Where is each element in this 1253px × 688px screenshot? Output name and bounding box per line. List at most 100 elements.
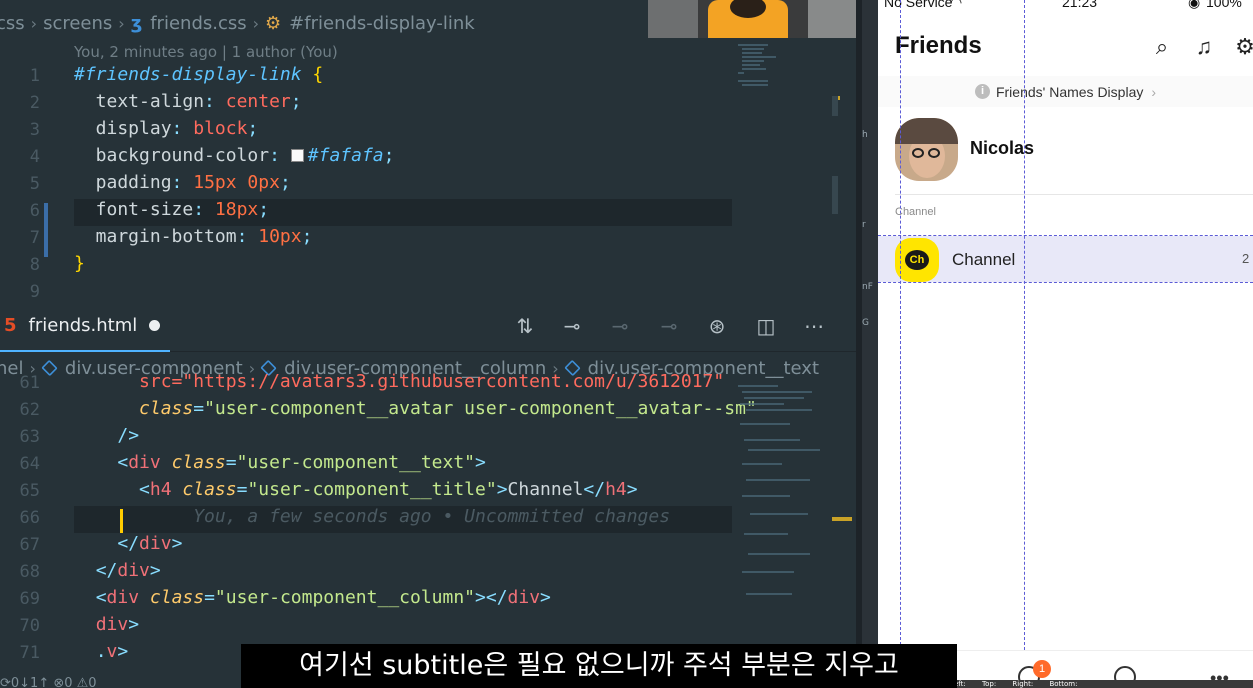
code-line[interactable]: class="user-component__avatar user-compo… — [74, 398, 757, 419]
scrollbar-thumb[interactable] — [832, 96, 838, 116]
inspector-guide — [1024, 0, 1025, 650]
code-line[interactable]: /> — [74, 425, 139, 446]
code-token: > — [128, 614, 140, 635]
status-bar[interactable]: ⟳0↓1↑ ⊗0 ⚠0 — [0, 676, 241, 688]
code-token: ; — [301, 226, 313, 247]
code-token: . — [95, 641, 107, 662]
info-icon: i — [974, 84, 990, 99]
code-line[interactable]: } — [74, 253, 85, 274]
chevron-right-icon: › — [30, 13, 38, 33]
code-token: < — [117, 452, 129, 473]
code-line[interactable]: padding: 15px 0px; — [74, 172, 291, 193]
code-token: font-size — [74, 199, 194, 220]
compare-changes-icon[interactable]: ⇅ — [511, 312, 539, 340]
code-line[interactable]: src="https://avatars3.githubusercontent.… — [74, 371, 724, 392]
code-token: background-color — [74, 145, 270, 166]
element-icon — [41, 359, 58, 377]
code-token: center — [225, 91, 291, 112]
friends-display-link[interactable]: i Friends' Names Display › — [878, 76, 1253, 107]
breadcrumb-item[interactable]: screens — [43, 13, 112, 34]
line-number: 2 — [29, 93, 40, 113]
avatar[interactable] — [895, 118, 958, 181]
channel-row[interactable]: Ch — [878, 236, 1253, 282]
clock: 21:23 — [1062, 0, 1098, 10]
code-token: 15px 0px — [193, 172, 280, 193]
split-editor-icon[interactable]: ◫ — [752, 312, 780, 340]
source-control-icon[interactable]: ⊛ — [703, 312, 731, 340]
code-line[interactable]: </div> — [74, 560, 161, 581]
code-line[interactable]: display: block; — [74, 118, 259, 139]
code-token: : — [204, 91, 226, 112]
scrollbar-thumb[interactable] — [832, 176, 838, 214]
code-line[interactable]: .v> — [74, 641, 129, 662]
code-token: Channel — [507, 479, 584, 500]
code-line[interactable]: <div class="user-component__text"> — [74, 452, 486, 473]
code-line[interactable]: <div class="user-component__column"></di… — [74, 587, 551, 608]
code-token: > — [117, 641, 129, 662]
inspector-guide — [878, 282, 1253, 283]
code-line[interactable]: text-align: center; — [74, 91, 302, 112]
code-token: #fafafa — [307, 145, 384, 166]
code-line[interactable]: background-color: #fafafa; — [74, 145, 395, 166]
code-line[interactable]: #friends-display-link { — [74, 64, 323, 85]
line-number: 69 — [19, 589, 40, 609]
line-number: 8 — [29, 255, 40, 275]
line-number: 61 — [19, 373, 40, 393]
code-line[interactable]: margin-bottom: 10px; — [74, 226, 313, 247]
code-line[interactable]: You, a few seconds ago • Uncommitted cha… — [74, 506, 670, 527]
notification-badge: 1 — [1033, 660, 1051, 678]
code-token: text-align — [74, 91, 205, 112]
minimap[interactable] — [736, 383, 832, 623]
code-token: 10px — [258, 226, 302, 247]
code-token: : — [171, 118, 194, 139]
code-token: padding — [74, 172, 172, 193]
code-token: class — [171, 452, 226, 473]
code-token: div — [117, 560, 150, 581]
color-swatch[interactable] — [290, 149, 304, 162]
selector-icon: ⚙ — [265, 12, 282, 34]
previous-change-icon[interactable]: ⊸ — [558, 312, 586, 340]
line-number: 71 — [19, 643, 40, 663]
code-line[interactable]: div> — [74, 614, 139, 635]
code-token: class — [149, 587, 205, 608]
line-number: 4 — [29, 147, 40, 167]
breadcrumb-item[interactable]: css — [0, 13, 25, 34]
circle-dot-icon[interactable]: ⊸ — [606, 312, 634, 340]
music-icon[interactable]: ♫ — [1192, 35, 1216, 59]
minimap[interactable] — [736, 42, 832, 102]
code-token: div — [139, 533, 172, 554]
screen: css › screens › ʒ friends.css › ⚙ #frien… — [0, 0, 1253, 688]
code-token: > — [496, 479, 508, 500]
next-change-icon[interactable]: ⊸ — [655, 312, 683, 340]
code-token: = — [236, 479, 248, 500]
channel-name[interactable]: Channel — [952, 250, 1015, 270]
chevron-right-icon: › — [1151, 83, 1157, 100]
code-line[interactable]: <h4 class="user-component__title">Channe… — [74, 479, 638, 500]
breadcrumb-item[interactable]: #friends-display-link — [289, 13, 475, 34]
webcam-overlay — [648, 0, 856, 38]
line-number: 5 — [29, 174, 40, 194]
display-link-label: Friends' Names Display — [995, 83, 1144, 100]
tab-friends-html[interactable]: 5 friends.html — [0, 300, 170, 352]
gear-icon[interactable]: ⚙ — [1233, 35, 1253, 59]
git-blame-annotation[interactable]: You, 2 minutes ago | 1 author (You) — [74, 43, 338, 61]
search-icon[interactable]: ⌕ — [1150, 35, 1174, 59]
code-token: </ — [95, 560, 118, 581]
line-number: 3 — [29, 120, 40, 140]
divider — [895, 194, 1253, 195]
breadcrumb-item[interactable]: friends.css — [150, 13, 246, 34]
inspector-label: Top: — [982, 680, 997, 688]
code-token: "user-component__text" — [236, 452, 476, 473]
more-actions-icon[interactable]: ⋯ — [800, 312, 828, 340]
chevron-right-icon: › — [118, 13, 125, 33]
code-token: = — [204, 587, 215, 608]
code-line[interactable]: </div> — [74, 533, 182, 554]
channel-count: 2 — [1242, 251, 1250, 266]
code-line[interactable]: font-size: 18px; — [74, 199, 269, 220]
code-token: = — [225, 452, 237, 473]
